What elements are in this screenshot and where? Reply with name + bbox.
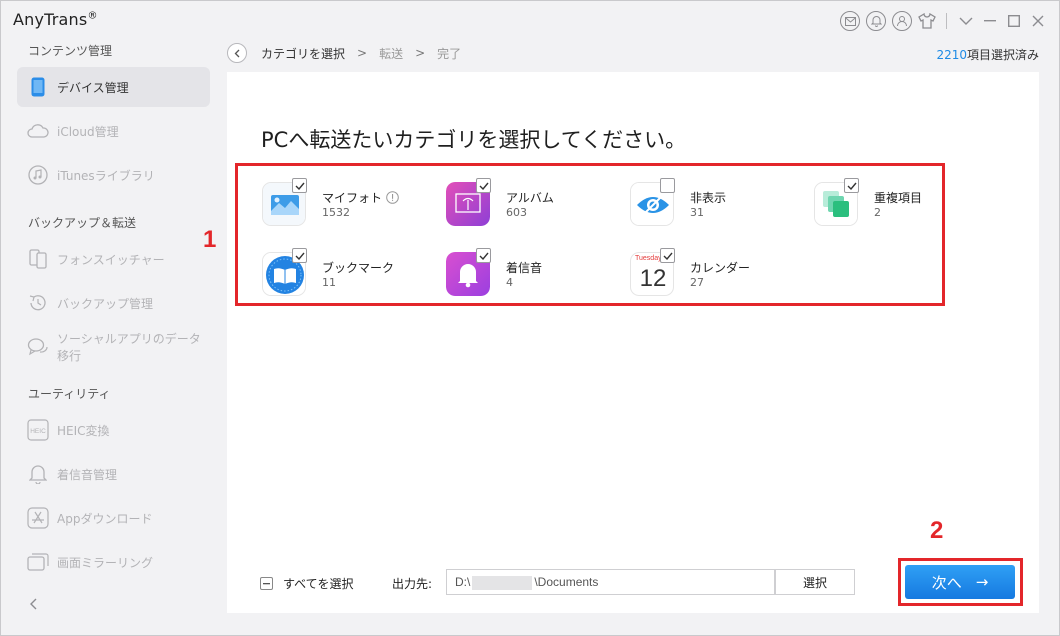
annotation-box-2 xyxy=(898,558,1023,606)
breadcrumb: カテゴリを選択 > 転送 > 完了 xyxy=(227,43,461,63)
choose-path-button[interactable]: 選択 xyxy=(775,569,855,595)
phone-switch-icon xyxy=(27,248,49,270)
sidebar-item-device-manager[interactable]: デバイス管理 xyxy=(17,67,210,107)
breadcrumb-step-done: 完了 xyxy=(437,46,462,61)
device-icon xyxy=(27,76,49,98)
collapse-sidebar-button[interactable] xyxy=(29,595,37,614)
title-bar: AnyTrans® xyxy=(1,1,1059,41)
backup-clock-icon xyxy=(27,292,49,314)
close-icon[interactable] xyxy=(1029,12,1047,30)
selected-count: 2210項目選択済み xyxy=(936,48,1039,62)
shirt-icon[interactable] xyxy=(918,12,936,30)
app-store-icon xyxy=(27,507,49,529)
sidebar-item-app-download[interactable]: Appダウンロード xyxy=(17,498,210,538)
bell-icon[interactable] xyxy=(866,11,886,31)
sidebar-item-heic[interactable]: HEIC HEIC変換 xyxy=(17,410,210,450)
redacted-path xyxy=(472,575,533,590)
select-all-checkbox[interactable] xyxy=(260,577,273,590)
sidebar-item-itunes[interactable]: iTunesライブラリ xyxy=(17,155,210,195)
output-label: 出力先: xyxy=(392,577,433,591)
annotation-label-1: 1 xyxy=(203,226,217,253)
window-controls xyxy=(840,11,1047,31)
sidebar-section-utility: ユーティリティ xyxy=(28,387,111,401)
mail-icon[interactable] xyxy=(840,11,860,31)
svg-text:HEIC: HEIC xyxy=(30,428,46,435)
page-title: PCへ転送たいカテゴリを選択してください。 xyxy=(261,128,687,152)
annotation-box-1 xyxy=(235,163,945,306)
sidebar-item-social-app-transfer[interactable]: ソーシャルアプリのデータ移行 xyxy=(17,327,210,367)
chevron-left-icon xyxy=(30,598,37,610)
chat-bubble-icon xyxy=(27,336,49,358)
output-path-field[interactable]: D:\ \Documents xyxy=(446,569,775,595)
annotation-label-2: 2 xyxy=(930,517,944,544)
chevron-left-icon xyxy=(234,49,240,57)
select-all-toggle[interactable]: すべてを選択 xyxy=(260,575,353,592)
breadcrumb-step-select: カテゴリを選択 xyxy=(261,46,346,61)
screen-mirror-icon xyxy=(27,551,49,573)
app-window: AnyTrans® コンテンツ管理 デバイス管理 iCloud管理 iTunes… xyxy=(0,0,1060,636)
breadcrumb-step-transfer: 転送 xyxy=(379,46,404,61)
sidebar-section-backup: バックアップ＆転送 xyxy=(28,216,137,230)
main-panel: PCへ転送たいカテゴリを選択してください。 マイフォト 1532 アルバム 60… xyxy=(227,72,1039,613)
minimize-icon[interactable] xyxy=(981,12,999,30)
chevron-down-icon[interactable] xyxy=(957,12,975,30)
user-icon[interactable] xyxy=(892,11,912,31)
sidebar-item-icloud[interactable]: iCloud管理 xyxy=(17,111,210,151)
sidebar-item-backup-manager[interactable]: バックアップ管理 xyxy=(17,283,210,323)
back-button[interactable] xyxy=(227,43,247,63)
separator xyxy=(946,13,947,29)
sidebar-item-ringtone[interactable]: 着信音管理 xyxy=(17,454,210,494)
sidebar-item-screen-mirroring[interactable]: 画面ミラーリング xyxy=(17,542,210,582)
cloud-icon xyxy=(27,120,49,142)
bell-icon xyxy=(27,463,49,485)
heic-icon: HEIC xyxy=(27,419,49,441)
app-title: AnyTrans® xyxy=(13,10,98,29)
maximize-icon[interactable] xyxy=(1005,12,1023,30)
sidebar-section-content: コンテンツ管理 xyxy=(28,44,113,58)
sidebar: コンテンツ管理 デバイス管理 iCloud管理 iTunesライブラリ バックア… xyxy=(1,37,221,635)
music-note-icon xyxy=(27,164,49,186)
sidebar-item-phone-switcher[interactable]: フォンスイッチャー xyxy=(17,239,210,279)
